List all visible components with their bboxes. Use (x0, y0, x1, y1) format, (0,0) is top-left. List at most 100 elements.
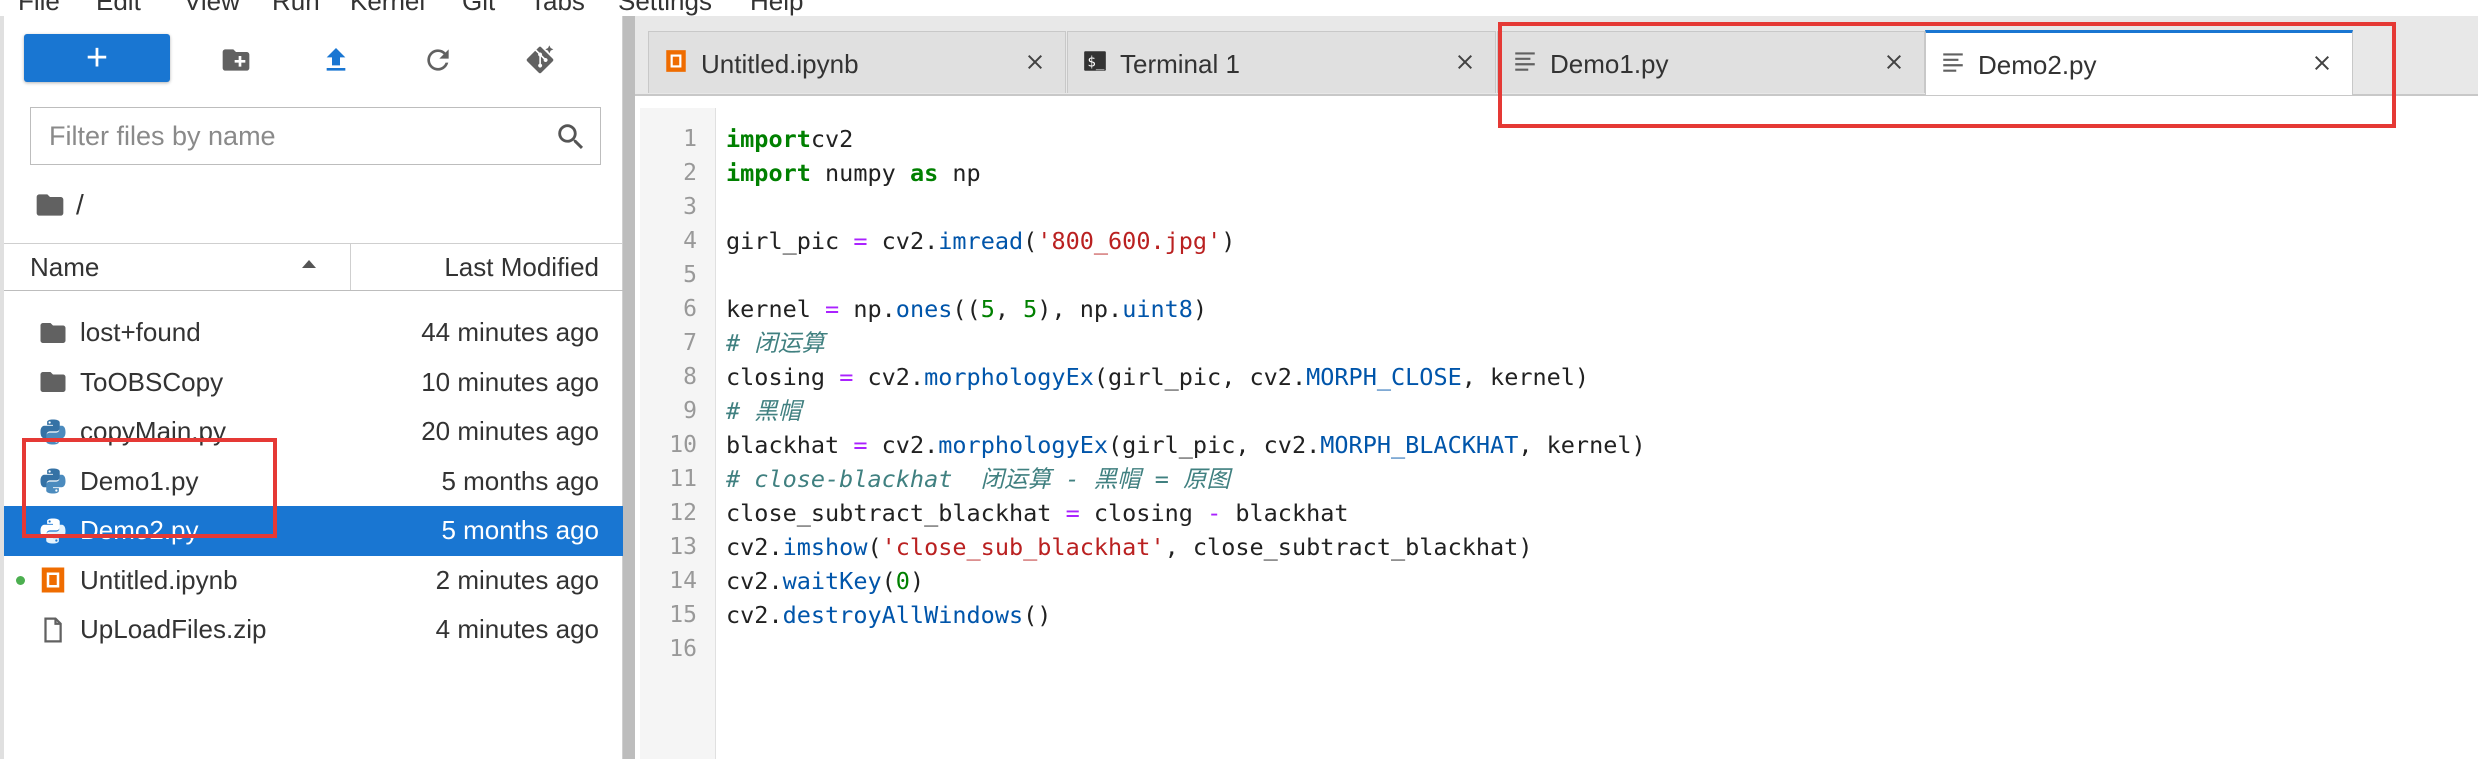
code-token: 0 (895, 567, 910, 595)
code-token: () (1023, 601, 1052, 629)
last-modified-column-header[interactable]: Last Modified (351, 244, 623, 290)
code-token: 'close_sub_blackhat' (881, 533, 1165, 561)
menu-help[interactable]: Help (750, 0, 803, 16)
code-token: cv2. (853, 363, 925, 391)
tab-terminal-1[interactable]: $_ Terminal 1 (1067, 31, 1496, 93)
code-token: ( (1023, 227, 1038, 255)
file-list-header: Name Last Modified (4, 243, 623, 291)
file-row[interactable]: Demo2.py 5 months ago (4, 506, 623, 556)
filter-files-input[interactable] (31, 109, 541, 163)
line-number: 12 (669, 500, 697, 526)
line-number: 11 (669, 466, 697, 492)
menu-view[interactable]: View (184, 0, 240, 16)
file-name: ToOBSCopy (80, 366, 224, 397)
file-row[interactable]: ToOBSCopy 10 minutes ago (4, 358, 623, 408)
line-number: 1 (683, 126, 697, 152)
panel-splitter[interactable] (623, 16, 635, 759)
code-token: cv2. (867, 431, 939, 459)
code-token: '800_600.jpg' (1037, 227, 1222, 255)
code-token: 5 (1023, 295, 1038, 323)
tab-label: Demo2.py (1978, 50, 2097, 80)
git-clone-icon[interactable] (522, 42, 558, 78)
close-icon[interactable] (1023, 50, 1047, 74)
close-icon[interactable] (1882, 50, 1906, 74)
menu-tabs[interactable]: Tabs (530, 0, 585, 16)
file-modified: 44 minutes ago (421, 317, 599, 348)
code-line[interactable]: importcv2 (726, 122, 853, 156)
tab-demo2-py[interactable]: Demo2.py (1925, 30, 2353, 95)
refresh-icon[interactable] (420, 42, 456, 78)
breadcrumb-root[interactable]: / (76, 189, 84, 221)
upload-icon[interactable] (318, 42, 354, 78)
code-token: cv2. (726, 567, 783, 595)
code-token: ) (1192, 295, 1208, 323)
code-token: , kernel) (1461, 363, 1590, 391)
code-line[interactable]: blackhat = cv2.morphologyEx(girl_pic, cv… (726, 428, 1646, 462)
file-row[interactable]: Demo1.py 5 months ago (4, 457, 623, 507)
code-token: cv2. (726, 601, 783, 629)
file-modified: 10 minutes ago (421, 366, 599, 397)
code-token: = (853, 431, 868, 459)
folder-icon[interactable] (34, 189, 66, 221)
code-line[interactable]: cv2.waitKey(0) (726, 564, 924, 598)
code-line[interactable]: close_subtract_blackhat = closing - blac… (726, 496, 1349, 530)
line-number: 14 (669, 568, 697, 594)
code-line[interactable]: # 闭运算 (726, 326, 825, 360)
code-token: cv2. (867, 227, 939, 255)
line-number: 16 (669, 636, 697, 662)
file-row[interactable]: copyMain.py 20 minutes ago (4, 407, 623, 457)
code-line[interactable]: kernel = np.ones((5, 5), np.uint8) (726, 292, 1207, 326)
code-token: destroyAllWindows (782, 601, 1024, 629)
file-browser-toolbar: + (4, 16, 627, 106)
menu-run[interactable]: Run (272, 0, 320, 16)
line-number: 2 (683, 160, 697, 186)
code-token: # 黑帽 (726, 397, 802, 425)
menu-settings[interactable]: Settings (618, 0, 712, 16)
file-row[interactable]: UpLoadFiles.zip 4 minutes ago (4, 605, 623, 655)
file-name: Demo2.py (80, 515, 199, 546)
file-modified: 5 months ago (441, 465, 599, 496)
menu-file[interactable]: File (18, 0, 60, 16)
file-row[interactable]: Untitled.ipynb 2 minutes ago (4, 556, 623, 606)
line-number: 10 (669, 432, 697, 458)
menu-git[interactable]: Git (462, 0, 495, 16)
code-token: np (938, 159, 981, 187)
code-editor[interactable]: 1 2 3 4 5 6 7 8 9 10 11 12 13 14 15 16 importcv2 import … (640, 108, 2478, 759)
terminal-icon: $_ (1082, 48, 1108, 74)
code-token: = (825, 295, 840, 323)
code-token: imread (938, 227, 1024, 255)
code-line[interactable]: cv2.imshow('close_sub_blackhat', close_s… (726, 530, 1532, 564)
menu-edit[interactable]: Edit (96, 0, 141, 16)
tab-untitled-ipynb[interactable]: Untitled.ipynb (648, 31, 1066, 93)
notebook-icon (663, 48, 689, 74)
code-token: blackhat (726, 431, 854, 459)
new-launcher-button[interactable]: + (24, 34, 170, 82)
code-line[interactable]: # 黑帽 (726, 394, 801, 428)
code-token: MORPH_BLACKHAT (1320, 431, 1519, 459)
file-icon (38, 615, 68, 645)
tab-demo1-py[interactable]: Demo1.py (1497, 31, 1925, 93)
code-line[interactable]: closing = cv2.morphologyEx(girl_pic, cv2… (726, 360, 1589, 394)
tab-label: Demo1.py (1550, 49, 1669, 79)
file-row[interactable]: lost+found 44 minutes ago (4, 308, 623, 358)
name-column-header[interactable]: Name (4, 244, 351, 290)
code-token: girl_pic (726, 227, 854, 255)
menu-bar: File Edit View Run Kernel Git Tabs Settings Help (0, 0, 2478, 16)
tab-bar: Untitled.ipynb $_ Terminal 1 Demo1.py Demo2.… (635, 16, 2478, 96)
close-icon[interactable] (1453, 50, 1477, 74)
code-token: = (853, 227, 868, 255)
code-token: kernel (726, 295, 826, 323)
code-token: numpy (810, 159, 910, 187)
code-token: waitKey (782, 567, 882, 595)
new-folder-icon[interactable] (218, 42, 254, 78)
code-line[interactable]: cv2.destroyAllWindows() (726, 598, 1051, 632)
code-line[interactable]: # close-blackhat 闭运算 - 黑帽 = 原图 (726, 462, 1230, 496)
tab-label: Untitled.ipynb (701, 49, 859, 79)
code-line[interactable]: girl_pic = cv2.imread('800_600.jpg') (726, 224, 1235, 258)
code-line[interactable]: import numpy as np (726, 156, 981, 190)
code-token: # 闭运算 (726, 329, 825, 357)
code-token: uint8 (1122, 295, 1193, 323)
close-icon[interactable] (2310, 51, 2334, 75)
python-file-icon (38, 516, 68, 546)
menu-kernel[interactable]: Kernel (350, 0, 425, 16)
